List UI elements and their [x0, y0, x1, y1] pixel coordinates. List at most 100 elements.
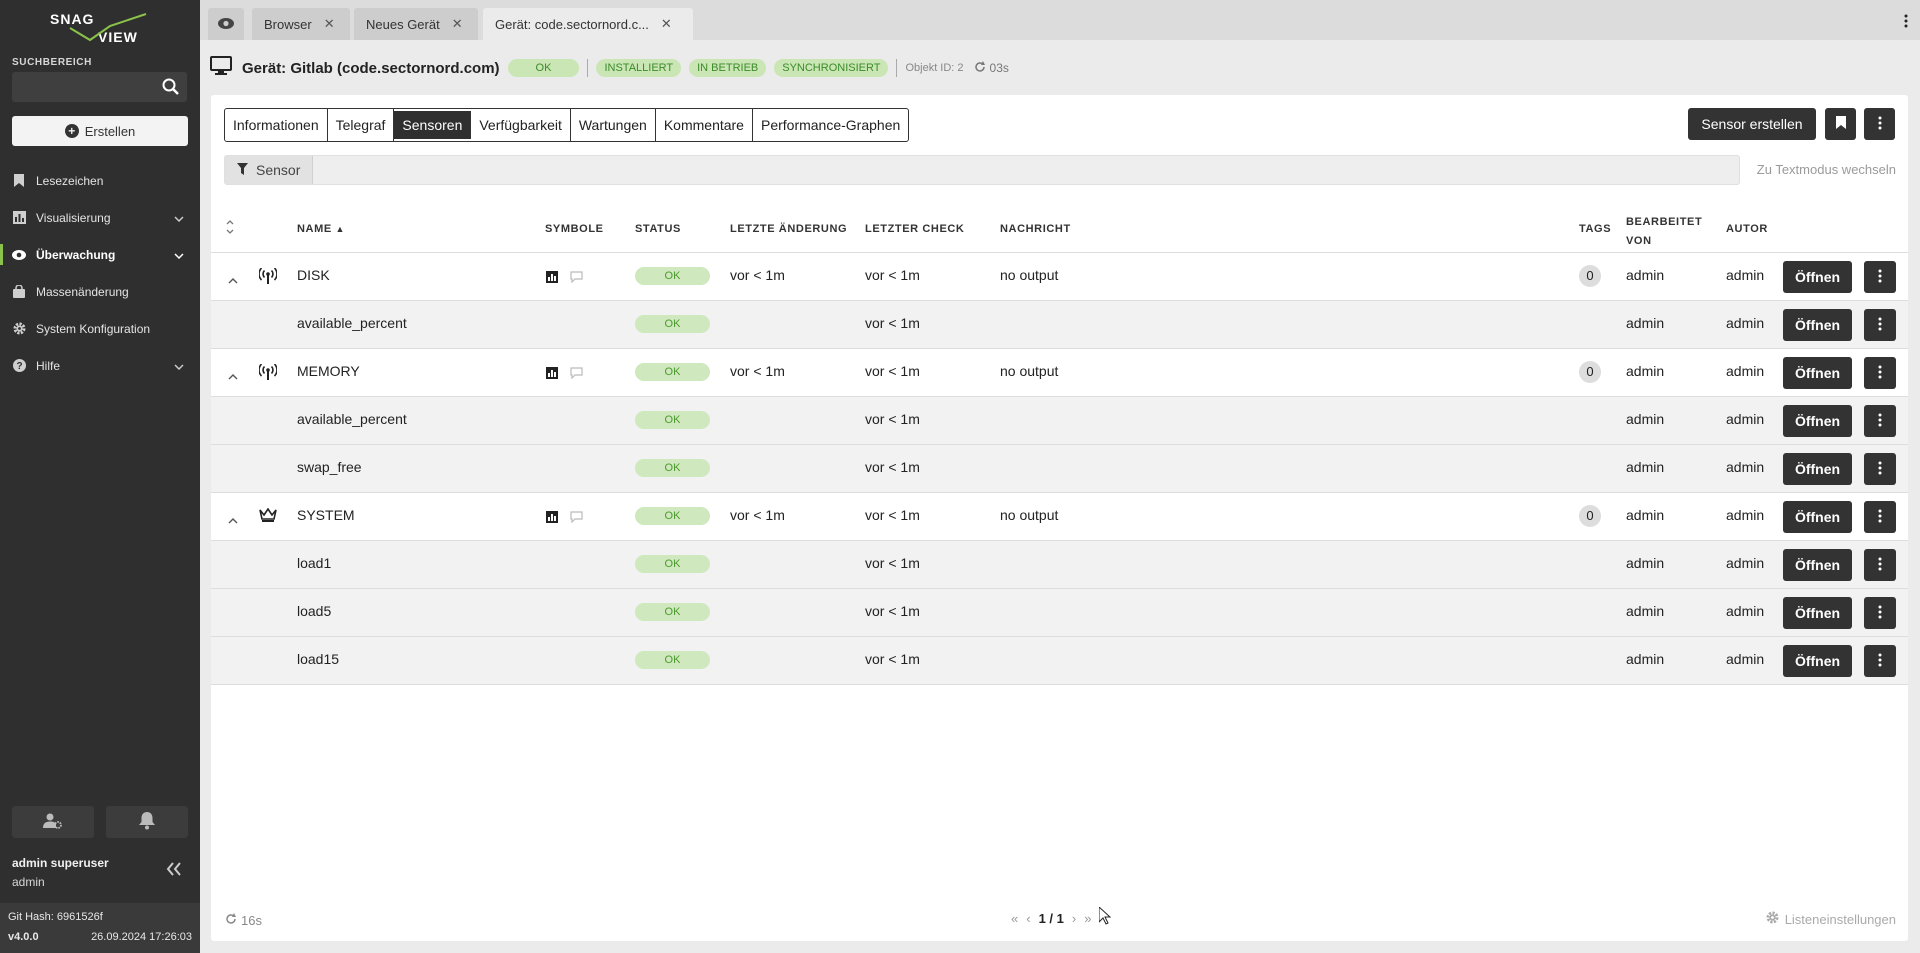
comment-icon[interactable]	[570, 510, 583, 526]
chart-icon[interactable]	[546, 270, 558, 286]
next-page-icon[interactable]: ›	[1072, 911, 1076, 926]
sensor-name[interactable]: available_percent	[297, 315, 407, 331]
table-row[interactable]: load5 OK vor < 1m admin admin Öffnen	[211, 589, 1908, 637]
chart-icon[interactable]	[546, 510, 558, 526]
sidebar-item-monitoring[interactable]: Überwachung	[0, 236, 200, 273]
column-author[interactable]: AUTOR	[1726, 223, 1768, 235]
close-icon[interactable]: ✕	[324, 16, 335, 32]
column-last-check[interactable]: LETZTER CHECK	[865, 223, 964, 235]
collapse-sidebar-icon[interactable]	[166, 862, 182, 879]
row-menu-button[interactable]	[1864, 405, 1896, 437]
sidebar-item-bulk-edit[interactable]: Massenänderung	[0, 273, 200, 310]
table-row[interactable]: SYSTEM OK vor < 1m vor < 1m no output 0 admin a…	[211, 493, 1908, 541]
open-button[interactable]: Öffnen	[1783, 645, 1852, 677]
comment-icon[interactable]	[570, 366, 583, 382]
close-icon[interactable]: ✕	[452, 16, 463, 32]
tag-count-badge[interactable]: 0	[1579, 361, 1601, 383]
last-page-icon[interactable]: »	[1084, 911, 1091, 926]
sensor-name[interactable]: load1	[297, 555, 331, 571]
collapse-chevron-icon[interactable]	[228, 367, 238, 383]
switch-text-mode-link[interactable]: Zu Textmodus wechseln	[1757, 162, 1896, 177]
column-status[interactable]: STATUS	[635, 223, 681, 235]
more-options-button[interactable]	[1864, 108, 1895, 140]
notifications-button[interactable]	[106, 806, 188, 838]
tag-count-badge[interactable]: 0	[1579, 265, 1601, 287]
create-sensor-button[interactable]: Sensor erstellen	[1688, 108, 1816, 140]
filter-chip-sensor[interactable]: Sensor	[225, 156, 314, 184]
open-button[interactable]: Öffnen	[1783, 405, 1852, 437]
close-icon[interactable]: ✕	[661, 16, 672, 32]
row-menu-button[interactable]	[1864, 453, 1896, 485]
collapse-chevron-icon[interactable]	[228, 511, 238, 527]
sensor-name[interactable]: available_percent	[297, 411, 407, 427]
chart-icon[interactable]	[546, 366, 558, 382]
open-button[interactable]: Öffnen	[1783, 261, 1852, 293]
search-icon[interactable]	[161, 77, 181, 97]
table-row[interactable]: MEMORY OK vor < 1m vor < 1m no output 0 admin a…	[211, 349, 1908, 397]
tab-menu-icon[interactable]	[1904, 14, 1908, 31]
create-button[interactable]: + Erstellen	[12, 116, 188, 146]
tab-comments[interactable]: Kommentare	[656, 109, 753, 141]
column-edited-by[interactable]: BEARBEITET VON	[1626, 213, 1702, 251]
collapse-chevron-icon[interactable]	[228, 271, 238, 287]
tab-new-device[interactable]: Neues Gerät ✕	[354, 8, 478, 40]
sidebar-item-label: System Konfiguration	[36, 321, 151, 336]
sensor-name[interactable]: swap_free	[297, 459, 362, 475]
column-message[interactable]: NACHRICHT	[1000, 223, 1071, 235]
row-menu-button[interactable]	[1864, 357, 1896, 389]
open-button[interactable]: Öffnen	[1783, 357, 1852, 389]
column-last-change[interactable]: LETZTE ÄNDERUNG	[730, 223, 847, 235]
table-row[interactable]: swap_free OK vor < 1m admin admin Öffnen	[211, 445, 1908, 493]
prev-page-icon[interactable]: ‹	[1026, 911, 1030, 926]
user-settings-button[interactable]	[12, 806, 94, 838]
table-row[interactable]: available_percent OK vor < 1m admin admin Öff…	[211, 397, 1908, 445]
sensor-name[interactable]: load15	[297, 651, 339, 667]
table-row[interactable]: load15 OK vor < 1m admin admin Öffnen	[211, 637, 1908, 685]
column-name[interactable]: NAME ▲	[297, 223, 345, 235]
tab-browser[interactable]: Browser ✕	[252, 8, 350, 40]
sensor-name[interactable]: load5	[297, 603, 331, 619]
status-badge: OK	[635, 603, 710, 621]
table-row[interactable]: DISK OK vor < 1m vor < 1m no output 0 admin adm…	[211, 253, 1908, 301]
list-refresh-timer[interactable]: 16s	[225, 913, 262, 928]
row-menu-button[interactable]	[1864, 549, 1896, 581]
sensor-name[interactable]: DISK	[297, 267, 330, 283]
tag-count-badge[interactable]: 0	[1579, 505, 1601, 527]
open-button[interactable]: Öffnen	[1783, 597, 1852, 629]
table-row[interactable]: available_percent OK vor < 1m admin admin Öff…	[211, 301, 1908, 349]
comment-icon[interactable]	[570, 270, 583, 286]
sensor-name[interactable]: MEMORY	[297, 363, 360, 379]
row-menu-button[interactable]	[1864, 261, 1896, 293]
bookmark-button[interactable]	[1825, 108, 1856, 140]
tab-information[interactable]: Informationen	[225, 109, 328, 141]
sort-toggle-icon[interactable]	[225, 219, 235, 238]
last-check: vor < 1m	[865, 651, 920, 667]
tab-performance-graphs[interactable]: Performance-Graphen	[753, 109, 908, 141]
tab-watch[interactable]	[208, 8, 244, 40]
open-button[interactable]: Öffnen	[1783, 501, 1852, 533]
refresh-timer[interactable]: 03s	[974, 60, 1009, 76]
list-settings-link[interactable]: Listeneinstellungen	[1766, 911, 1896, 927]
open-button[interactable]: Öffnen	[1783, 549, 1852, 581]
sidebar-item-help[interactable]: ? Hilfe	[0, 347, 200, 384]
tab-telegraf[interactable]: Telegraf	[328, 109, 395, 141]
tab-sensors[interactable]: Sensoren	[394, 111, 472, 139]
first-page-icon[interactable]: «	[1011, 911, 1018, 926]
row-menu-button[interactable]	[1864, 501, 1896, 533]
tab-device-gitlab[interactable]: Gerät: code.sectornord.c... ✕	[483, 8, 693, 40]
row-menu-button[interactable]	[1864, 645, 1896, 677]
filter-bar[interactable]: Sensor	[224, 155, 1740, 185]
sensor-name[interactable]: SYSTEM	[297, 507, 355, 523]
snagview-logo[interactable]: SNAG VIEW	[50, 10, 150, 46]
table-row[interactable]: load1 OK vor < 1m admin admin Öffnen	[211, 541, 1908, 589]
tab-availability[interactable]: Verfügbarkeit	[471, 109, 571, 141]
open-button[interactable]: Öffnen	[1783, 453, 1852, 485]
row-menu-button[interactable]	[1864, 597, 1896, 629]
sidebar-item-bookmarks[interactable]: Lesezeichen	[0, 162, 200, 199]
open-button[interactable]: Öffnen	[1783, 309, 1852, 341]
row-menu-button[interactable]	[1864, 309, 1896, 341]
tab-maintenance[interactable]: Wartungen	[571, 109, 656, 141]
sidebar-item-visualization[interactable]: Visualisierung	[0, 199, 200, 236]
search-input[interactable]	[12, 72, 187, 102]
sidebar-item-system-config[interactable]: System Konfiguration	[0, 310, 200, 347]
